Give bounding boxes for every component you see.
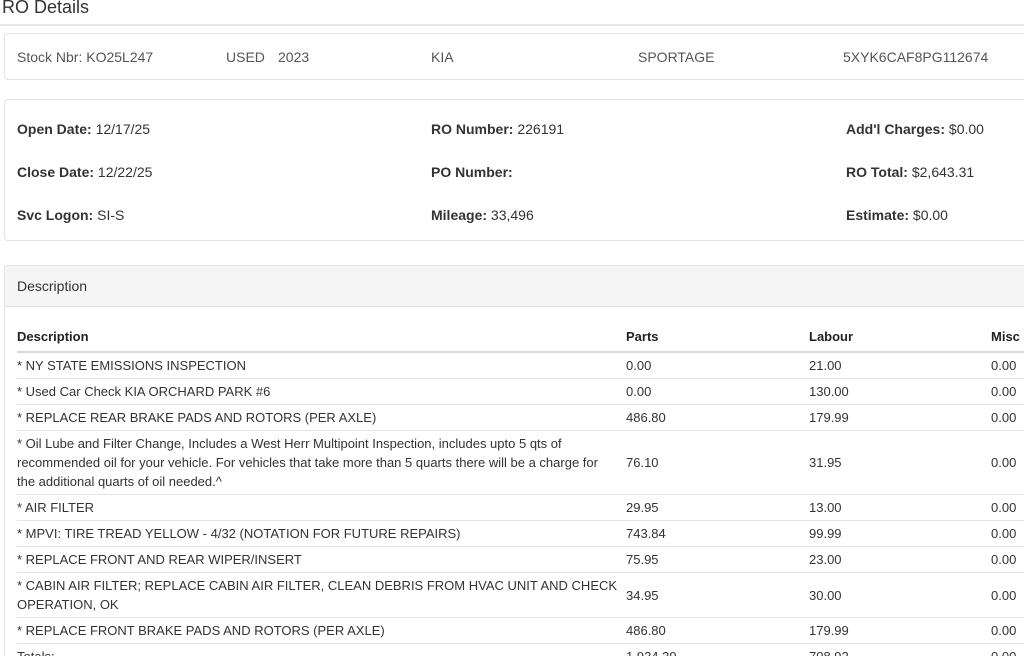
cell-description: * MPVI: TIRE TREAD YELLOW - 4/32 (NOTATI…	[17, 521, 626, 547]
vehicle-make: KIA	[431, 49, 454, 65]
cell-parts: 486.80	[626, 618, 809, 644]
detail-value-mileage: 33,496	[491, 207, 534, 223]
table-row: * Oil Lube and Filter Change, Includes a…	[17, 431, 1024, 495]
table-row: * REPLACE FRONT AND REAR WIPER/INSERT 75…	[17, 547, 1024, 573]
cell-labour: 179.99	[809, 405, 991, 431]
cell-misc: 0.00	[991, 547, 1024, 573]
table-row: * REPLACE REAR BRAKE PADS AND ROTORS (PE…	[17, 405, 1024, 431]
title-divider	[0, 24, 1024, 26]
column-header-labour: Labour	[809, 327, 991, 352]
ro-details-box: Open Date: 12/17/25 RO Number: 226191 Ad…	[4, 99, 1024, 241]
ro-lines-table: Description Parts Labour Misc * NY STATE…	[17, 327, 1024, 656]
cell-description: * AIR FILTER	[17, 495, 626, 521]
column-header-misc: Misc	[991, 327, 1024, 352]
detail-field-mileage: Mileage: 33,496	[431, 194, 846, 237]
table-row: * Used Car Check KIA ORCHARD PARK #6 0.0…	[17, 379, 1024, 405]
cell-labour: 99.99	[809, 521, 991, 547]
table-header-row: Description Parts Labour Misc	[17, 327, 1024, 352]
cell-misc: 0.00	[991, 379, 1024, 405]
cell-description: * NY STATE EMISSIONS INSPECTION	[17, 352, 626, 379]
vehicle-year: 2023	[278, 49, 309, 65]
detail-value-ro-number: 226191	[517, 121, 564, 137]
detail-value-close-date: 12/22/25	[98, 164, 153, 180]
vehicle-condition: USED	[226, 49, 265, 65]
cell-misc: 0.00	[991, 495, 1024, 521]
cell-labour: 23.00	[809, 547, 991, 573]
cell-parts: 0.00	[626, 352, 809, 379]
cell-parts: 743.84	[626, 521, 809, 547]
cell-description: * REPLACE FRONT BRAKE PADS AND ROTORS (P…	[17, 618, 626, 644]
cell-misc: 0.00	[991, 644, 1024, 656]
cell-parts: 486.80	[626, 405, 809, 431]
stock-number-field: Stock Nbr: KO25L247	[17, 49, 153, 65]
cell-misc: 0.00	[991, 618, 1024, 644]
cell-misc: 0.00	[991, 521, 1024, 547]
table-row: * NY STATE EMISSIONS INSPECTION 0.00 21.…	[17, 352, 1024, 379]
detail-value-ro-total: $2,643.31	[912, 164, 974, 180]
cell-parts: 29.95	[626, 495, 809, 521]
description-panel-body: Description Parts Labour Misc * NY STATE…	[5, 307, 1024, 656]
detail-label-close-date: Close Date:	[17, 164, 94, 180]
detail-field-svc-logon: Svc Logon: SI-S	[17, 194, 431, 237]
cell-parts: 34.95	[626, 573, 809, 618]
detail-field-addl-charges: Add'l Charges: $0.00	[846, 108, 1024, 151]
cell-labour: 708.92	[809, 644, 991, 656]
cell-description: * REPLACE FRONT AND REAR WIPER/INSERT	[17, 547, 626, 573]
cell-misc: 0.00	[991, 573, 1024, 618]
cell-parts: 76.10	[626, 431, 809, 495]
cell-misc: 0.00	[991, 431, 1024, 495]
cell-misc: 0.00	[991, 352, 1024, 379]
vehicle-vin: 5XYK6CAF8PG112674	[843, 49, 988, 65]
cell-labour: 31.95	[809, 431, 991, 495]
detail-value-open-date: 12/17/25	[96, 121, 151, 137]
page-title: RO Details	[2, 0, 1024, 24]
detail-field-estimate: Estimate: $0.00	[846, 194, 1024, 237]
detail-label-estimate: Estimate:	[846, 207, 909, 223]
cell-description: * CABIN AIR FILTER; REPLACE CABIN AIR FI…	[17, 573, 626, 618]
totals-label: Totals:	[17, 644, 626, 656]
detail-label-mileage: Mileage:	[431, 207, 487, 223]
detail-label-addl-charges: Add'l Charges:	[846, 121, 945, 137]
detail-label-open-date: Open Date:	[17, 121, 92, 137]
column-header-parts: Parts	[626, 327, 809, 352]
cell-labour: 179.99	[809, 618, 991, 644]
detail-field-ro-total: RO Total: $2,643.31	[846, 151, 1024, 194]
cell-description: * Used Car Check KIA ORCHARD PARK #6	[17, 379, 626, 405]
detail-field-ro-number: RO Number: 226191	[431, 108, 846, 151]
ro-details-grid: Open Date: 12/17/25 RO Number: 226191 Ad…	[17, 108, 1024, 237]
cell-description: * Oil Lube and Filter Change, Includes a…	[17, 431, 626, 495]
column-header-description: Description	[17, 327, 626, 352]
table-totals-row: Totals: 1,934.39 708.92 0.00	[17, 644, 1024, 656]
description-panel-header: Description	[5, 266, 1024, 307]
stock-number-value: KO25L247	[86, 49, 153, 65]
detail-value-estimate: $0.00	[913, 207, 948, 223]
detail-label-ro-number: RO Number:	[431, 121, 513, 137]
detail-value-addl-charges: $0.00	[949, 121, 984, 137]
cell-labour: 21.00	[809, 352, 991, 379]
vehicle-model: SPORTAGE	[638, 49, 715, 65]
cell-parts: 0.00	[626, 379, 809, 405]
detail-field-open-date: Open Date: 12/17/25	[17, 108, 431, 151]
detail-field-close-date: Close Date: 12/22/25	[17, 151, 431, 194]
table-row: * REPLACE FRONT BRAKE PADS AND ROTORS (P…	[17, 618, 1024, 644]
description-panel: Description Description Parts Labour Mis…	[4, 265, 1024, 656]
table-row: * AIR FILTER 29.95 13.00 0.00	[17, 495, 1024, 521]
cell-parts: 1,934.39	[626, 644, 809, 656]
detail-label-po-number: PO Number:	[431, 164, 513, 180]
cell-description: * REPLACE REAR BRAKE PADS AND ROTORS (PE…	[17, 405, 626, 431]
detail-field-po-number: PO Number:	[431, 151, 846, 194]
table-row: * MPVI: TIRE TREAD YELLOW - 4/32 (NOTATI…	[17, 521, 1024, 547]
detail-label-svc-logon: Svc Logon:	[17, 207, 93, 223]
detail-value-svc-logon: SI-S	[97, 207, 124, 223]
table-row: * CABIN AIR FILTER; REPLACE CABIN AIR FI…	[17, 573, 1024, 618]
cell-labour: 13.00	[809, 495, 991, 521]
vehicle-summary-bar: Stock Nbr: KO25L247 USED 2023 KIA SPORTA…	[4, 33, 1024, 80]
cell-misc: 0.00	[991, 405, 1024, 431]
cell-labour: 130.00	[809, 379, 991, 405]
stock-number-label: Stock Nbr:	[17, 49, 82, 65]
cell-labour: 30.00	[809, 573, 991, 618]
cell-parts: 75.95	[626, 547, 809, 573]
detail-label-ro-total: RO Total:	[846, 164, 908, 180]
